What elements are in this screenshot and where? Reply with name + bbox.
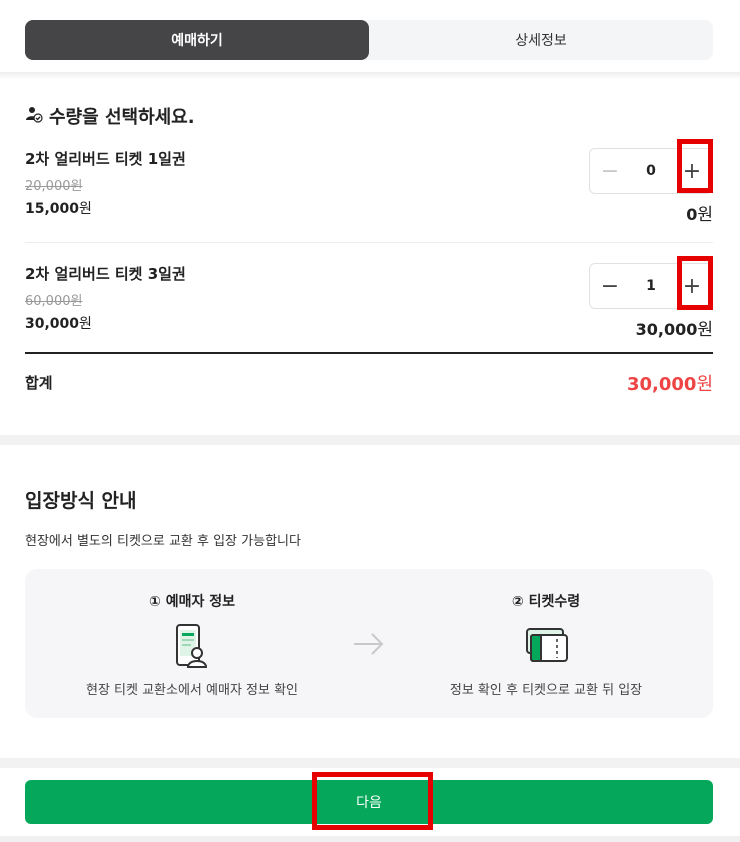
step-description: 정보 확인 후 티켓으로 교환 뒤 입장 — [449, 683, 643, 698]
total-value: 30,000원 — [627, 370, 713, 396]
highlight-box — [677, 256, 713, 310]
highlight-box — [677, 139, 713, 193]
step-title: ① 예매자 정보 — [148, 594, 235, 610]
decrease-button[interactable]: − — [590, 263, 630, 309]
phone-person-icon — [167, 623, 217, 671]
total-amount: 30,000 — [626, 374, 697, 395]
ticket-price: 15,000원 — [25, 198, 713, 218]
total-label: 합계 — [25, 374, 53, 392]
item-subtotal-value: 30,000 — [635, 320, 698, 339]
currency-label: 원 — [697, 320, 713, 340]
tab-bar: 예매하기 상세정보 — [25, 20, 713, 60]
ticket-price-value: 30,000 — [25, 316, 80, 332]
ticket-price-value: 15,000 — [25, 201, 80, 217]
entry-guide-description: 현장에서 별도의 티켓으로 교환 후 입장 가능합니다 — [25, 534, 301, 549]
currency-label: 원 — [697, 205, 713, 225]
item-subtotal: 30,000원 — [636, 315, 713, 340]
tab-details[interactable]: 상세정보 — [369, 20, 713, 60]
tab-booking[interactable]: 예매하기 — [25, 20, 369, 60]
item-subtotal-value: 0 — [686, 205, 698, 224]
entry-steps-box: ① 예매자 정보 현장 티켓 교환소에서 예매자 정보 확인 ② 티켓수령 정보… — [25, 569, 713, 718]
entry-guide-title: 입장방식 안내 — [25, 490, 137, 512]
item-subtotal: 0원 — [686, 200, 713, 225]
entry-step: ② 티켓수령 정보 확인 후 티켓으로 교환 뒤 입장 — [396, 591, 696, 698]
ticket-price: 30,000원 — [25, 313, 713, 333]
bottom-separator — [0, 836, 740, 842]
section-title-text: 수량을 선택하세요. — [49, 107, 195, 128]
entry-step: ① 예매자 정보 현장 티켓 교환소에서 예매자 정보 확인 — [42, 591, 342, 698]
step-description: 현장 티켓 교환소에서 예매자 정보 확인 — [85, 683, 299, 698]
arrow-right-icon — [352, 631, 386, 661]
decrease-button[interactable]: − — [590, 148, 630, 194]
step-title: ② 티켓수령 — [511, 594, 581, 610]
currency-label: 원 — [79, 316, 92, 332]
ticket-item: 2차 얼리버드 티켓 1일권 20,000원 15,000원 − 0 + 0원 — [25, 139, 713, 228]
highlight-box — [312, 772, 433, 830]
currency-label: 원 — [696, 374, 713, 395]
total-divider — [25, 352, 713, 354]
item-divider — [25, 242, 713, 243]
currency-label: 원 — [79, 201, 92, 217]
tab-divider — [0, 72, 740, 80]
quantity-section-title: 수량을 선택하세요. — [25, 103, 195, 129]
section-separator — [0, 435, 740, 445]
section-separator — [0, 758, 740, 768]
person-check-icon — [25, 105, 43, 128]
quantity-value: 0 — [646, 163, 656, 179]
tickets-icon — [521, 623, 571, 671]
ticket-item: 2차 얼리버드 티켓 3일권 60,000원 30,000원 − 1 + 30,… — [25, 256, 713, 343]
quantity-value: 1 — [646, 278, 656, 294]
